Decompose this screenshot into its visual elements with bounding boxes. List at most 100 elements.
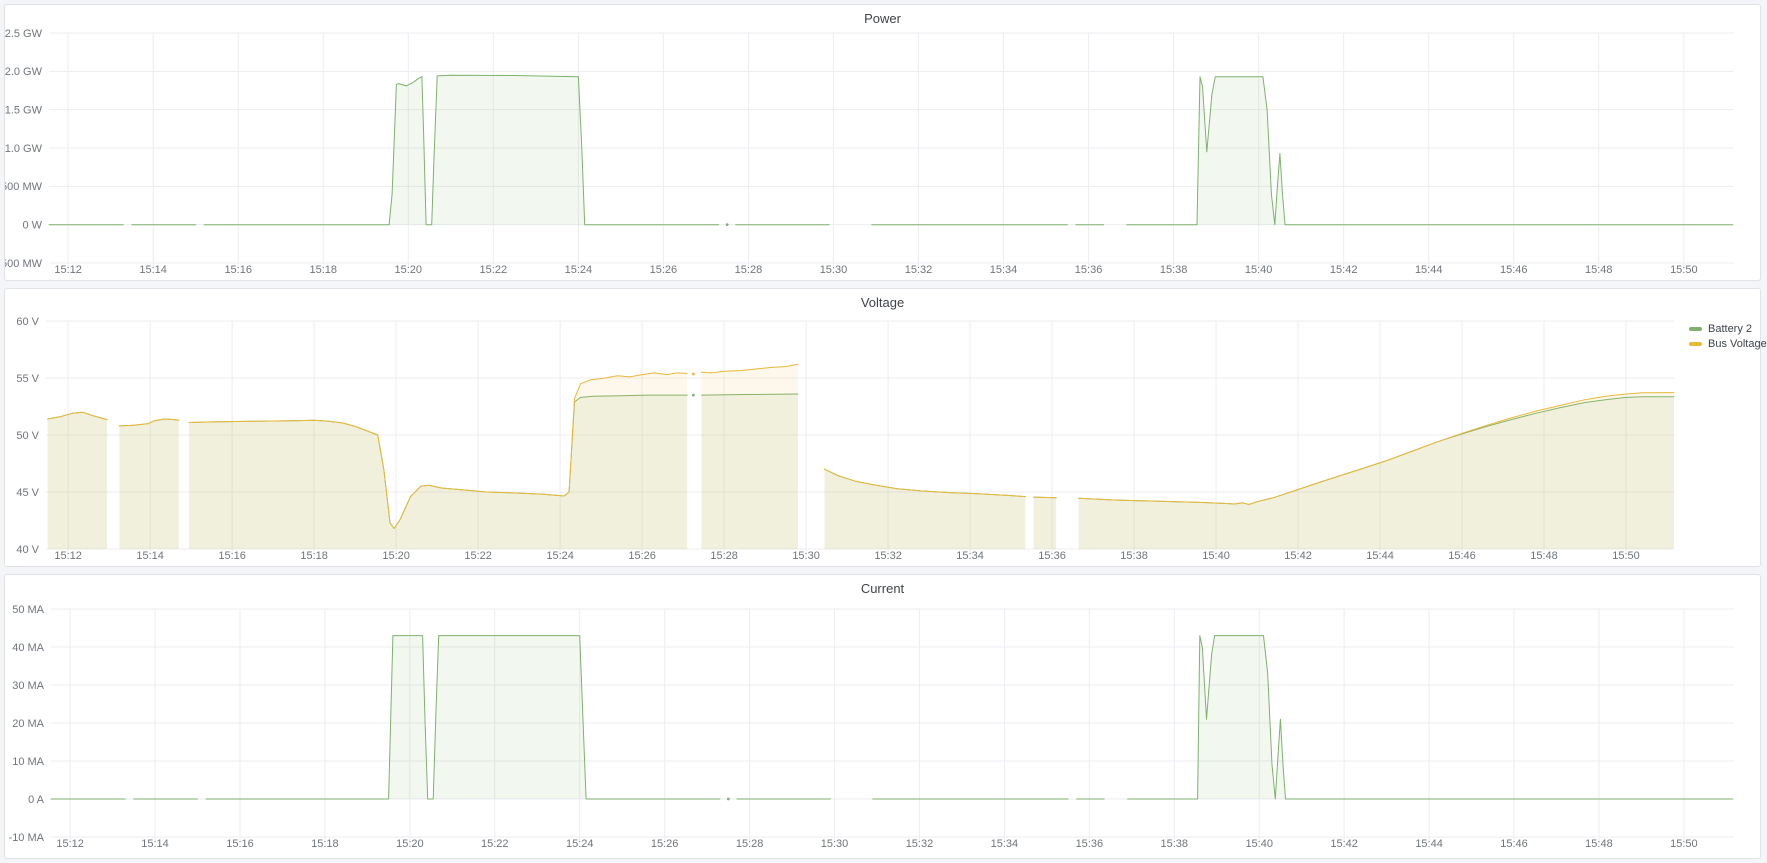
- x-axis-label: 15:14: [136, 550, 164, 562]
- x-axis-label: 15:28: [736, 838, 764, 850]
- x-axis-label: 15:48: [1585, 264, 1613, 276]
- y-axis-label: 40 MA: [12, 642, 44, 654]
- x-axis-label: 15:16: [226, 838, 254, 850]
- x-axis-label: 15:18: [300, 550, 328, 562]
- x-axis-label: 15:24: [565, 264, 593, 276]
- x-axis-label: 15:22: [480, 264, 508, 276]
- y-axis-label: 500 MW: [5, 181, 43, 193]
- x-axis-label: 15:14: [139, 264, 167, 276]
- y-axis-label: 40 V: [16, 544, 39, 556]
- bus-voltage-area: [1079, 393, 1674, 549]
- y-axis-label: 2.5 GW: [5, 28, 43, 40]
- x-axis-label: 15:12: [54, 550, 82, 562]
- x-axis-label: 15:34: [956, 550, 984, 562]
- x-axis-label: 15:26: [651, 838, 679, 850]
- y-axis-label: 50 V: [16, 430, 39, 442]
- x-axis-label: 15:26: [628, 550, 656, 562]
- current-plot-svg: 50 MA 40 MA 30 MA 20 MA 10 MA 0 A -10 MA 15:12 1…: [5, 575, 1762, 858]
- x-axis-label: 15:38: [1120, 550, 1148, 562]
- bus-voltage-line: [1034, 497, 1057, 498]
- x-axis-label: 15:40: [1245, 838, 1273, 850]
- current-point: [727, 798, 730, 801]
- x-axis-label: 15:44: [1415, 264, 1443, 276]
- y-axis-label: 10 MA: [12, 756, 44, 768]
- x-axis-label: 15:20: [396, 838, 424, 850]
- x-axis-label: 15:24: [566, 838, 594, 850]
- x-axis-label: 15:34: [991, 838, 1019, 850]
- legend-label-battery-2: Battery 2: [1708, 323, 1752, 335]
- x-axis-label: 15:32: [906, 838, 934, 850]
- x-axis-label: 15:32: [874, 550, 902, 562]
- legend-item-bus-voltage[interactable]: Bus Voltage: [1689, 338, 1767, 350]
- y-axis-label: 2.0 GW: [5, 66, 43, 78]
- x-axis-label: 15:12: [56, 838, 84, 850]
- x-axis-label: 15:48: [1585, 838, 1613, 850]
- y-axis-label: 20 MA: [12, 718, 44, 730]
- x-axis-label: 15:22: [464, 550, 492, 562]
- bus-voltage-point: [692, 373, 695, 376]
- battery-2-point: [692, 394, 695, 397]
- x-axis-label: 15:46: [1500, 264, 1528, 276]
- x-axis-label: 15:30: [821, 838, 849, 850]
- y-axis-label: 1.5 GW: [5, 105, 43, 117]
- x-axis-label: 15:32: [905, 264, 933, 276]
- panel-voltage: Voltage 60 V55 V50 V45 V40 V15:1215:1415…: [4, 288, 1761, 567]
- y-axis-label: 45 V: [16, 487, 39, 499]
- x-axis-label: 15:12: [54, 264, 82, 276]
- current-area: [206, 636, 720, 799]
- x-axis-label: 15:50: [1670, 264, 1698, 276]
- bus-voltage-area: [119, 419, 178, 549]
- x-axis-label: 15:46: [1448, 550, 1476, 562]
- voltage-plot-svg: 60 V55 V50 V45 V40 V15:1215:1415:1615:18…: [5, 289, 1762, 566]
- x-axis-label: 15:30: [792, 550, 820, 562]
- x-axis-label: 15:30: [820, 264, 848, 276]
- x-axis-label: 15:28: [735, 264, 763, 276]
- x-axis-label: 15:28: [710, 550, 738, 562]
- x-axis-label: 15:20: [382, 550, 410, 562]
- x-axis-label: 15:42: [1330, 264, 1358, 276]
- x-axis-label: 15:38: [1160, 264, 1188, 276]
- legend-label-bus-voltage: Bus Voltage: [1708, 338, 1767, 350]
- x-axis-label: 15:18: [309, 264, 337, 276]
- y-axis-label: 30 MA: [12, 680, 44, 692]
- y-axis-label: 50 MA: [12, 604, 44, 616]
- y-axis-label: 0 A: [28, 794, 45, 806]
- bus-voltage-swatch-icon: [1689, 342, 1702, 346]
- x-axis-label: 15:16: [224, 264, 252, 276]
- x-axis-label: 15:18: [311, 838, 339, 850]
- x-axis-label: 15:22: [481, 838, 509, 850]
- legend-item-battery-2[interactable]: Battery 2: [1689, 323, 1767, 335]
- x-axis-label: 15:36: [1076, 838, 1104, 850]
- panel-power: Power 2.5 GW2.0 GW1.5 GW1.0 GW500 MW0 W-…: [4, 4, 1761, 281]
- power-area: [204, 75, 719, 225]
- x-axis-label: 15:14: [141, 838, 169, 850]
- y-axis-label: -10 MA: [9, 832, 45, 844]
- bus-voltage-area: [702, 364, 798, 549]
- x-axis-label: 15:50: [1670, 838, 1698, 850]
- x-axis-label: 15:38: [1161, 838, 1189, 850]
- x-axis-label: 15:48: [1530, 550, 1558, 562]
- y-axis-label: 60 V: [16, 316, 39, 328]
- bus-voltage-area: [48, 412, 108, 549]
- x-axis-label: 15:36: [1075, 264, 1103, 276]
- voltage-chart[interactable]: 60 V55 V50 V45 V40 V15:1215:1415:1615:18…: [5, 289, 1762, 571]
- current-chart[interactable]: 50 MA 40 MA 30 MA 20 MA 10 MA 0 A -10 MA 15:12 1…: [5, 575, 1762, 863]
- x-axis-label: 15:50: [1612, 550, 1640, 562]
- x-axis-label: 15:24: [546, 550, 574, 562]
- x-axis-label: 15:40: [1202, 550, 1230, 562]
- y-axis-label: 1.0 GW: [5, 143, 43, 155]
- voltage-legend: Battery 2 Bus Voltage: [1689, 323, 1767, 350]
- y-axis-label: -500 MW: [5, 258, 43, 270]
- bus-voltage-area: [1034, 497, 1057, 549]
- y-axis-label: 55 V: [16, 373, 39, 385]
- power-area: [1127, 77, 1733, 225]
- power-chart[interactable]: 2.5 GW 2.0 GW 1.5 GW 1.0 GW 500 MW 0 W -500 MW…: [5, 5, 1762, 285]
- x-axis-label: 15:36: [1038, 550, 1066, 562]
- x-axis-label: 15:26: [650, 264, 678, 276]
- x-axis-label: 15:46: [1500, 838, 1528, 850]
- x-axis-label: 15:42: [1330, 838, 1358, 850]
- power-plot-svg: 2.5 GW 2.0 GW 1.5 GW 1.0 GW 500 MW 0 W -500 MW…: [5, 5, 1762, 280]
- y-axis-label: 0 W: [22, 220, 42, 232]
- battery-2-swatch-icon: [1689, 327, 1702, 331]
- x-axis-label: 15:42: [1284, 550, 1312, 562]
